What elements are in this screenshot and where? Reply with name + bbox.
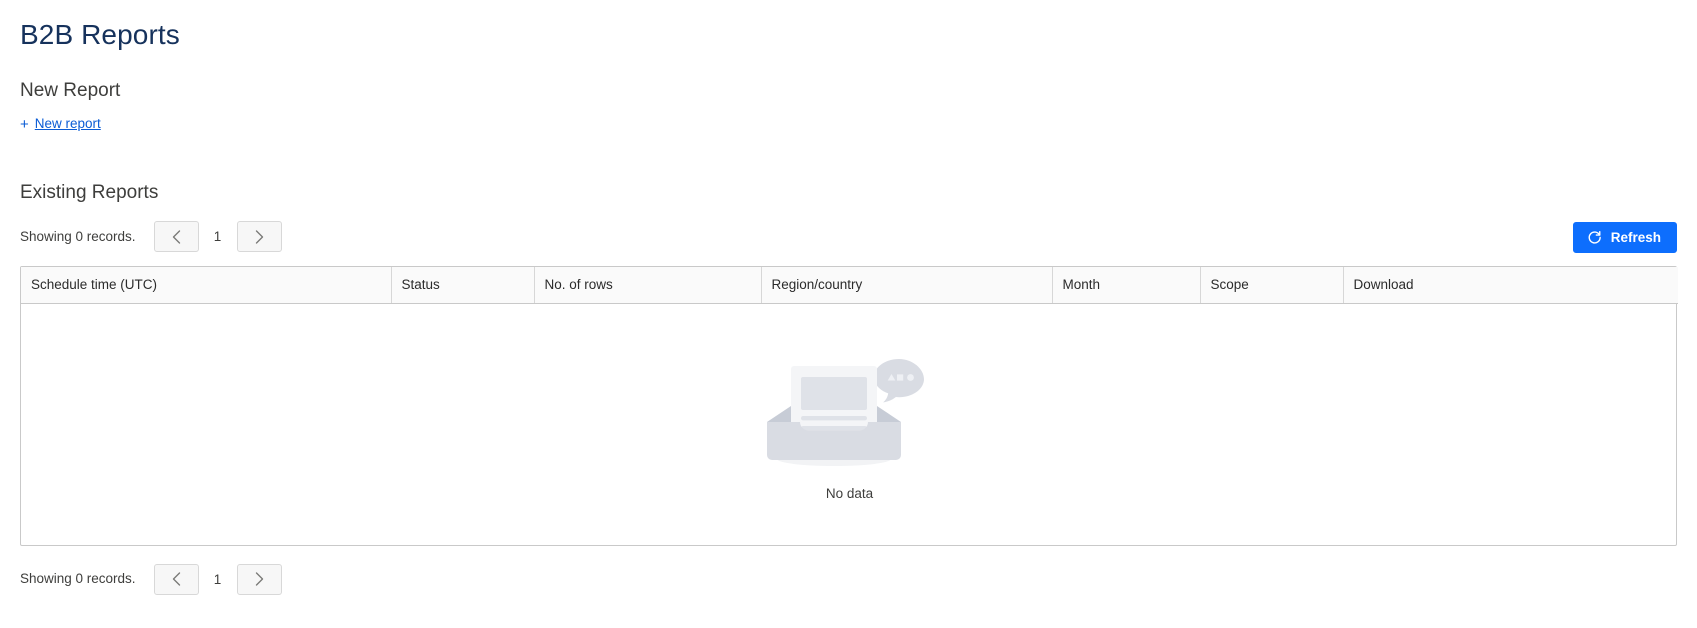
new-report-link-label: New report <box>34 116 101 131</box>
column-header-month[interactable]: Month <box>1052 266 1201 304</box>
refresh-button[interactable]: Refresh <box>1572 221 1677 253</box>
b2b-reports-page: B2B Reports New Report + New report Exis… <box>0 0 1697 628</box>
refresh-icon <box>1587 230 1602 245</box>
top-page-number: 1 <box>213 229 222 244</box>
reports-table: Schedule time (UTC) Status No. of rows R… <box>21 266 1678 546</box>
top-records-count: Showing 0 records. <box>20 228 136 244</box>
bottom-records-count: Showing 0 records. <box>20 571 136 586</box>
top-pagination: 1 <box>153 221 282 252</box>
new-report-heading: New Report <box>20 80 121 101</box>
table-body: No data <box>21 303 1678 545</box>
refresh-button-label: Refresh <box>1610 229 1661 245</box>
bottom-pagination: 1 <box>153 563 282 595</box>
table-empty-row: No data <box>21 303 1678 545</box>
column-header-no-of-rows[interactable]: No. of rows <box>534 266 762 304</box>
bottom-next-page-button[interactable] <box>236 563 282 595</box>
chevron-left-icon <box>172 229 181 244</box>
chevron-right-icon <box>255 229 264 244</box>
existing-reports-heading: Existing Reports <box>20 181 159 203</box>
top-toolbar: Showing 0 records. 1 Refresh <box>20 221 1677 253</box>
table-header: Schedule time (UTC) Status No. of rows R… <box>21 266 1678 304</box>
column-header-region-country[interactable]: Region/country <box>761 266 1053 304</box>
chevron-right-icon <box>255 572 264 586</box>
top-next-page-button[interactable] <box>236 221 282 252</box>
new-report-link[interactable]: + New report <box>20 115 101 133</box>
reports-table-container: Schedule time (UTC) Status No. of rows R… <box>20 265 1678 546</box>
column-header-scope[interactable]: Scope <box>1200 266 1344 304</box>
empty-state-text: No data <box>825 485 874 501</box>
column-header-schedule-time[interactable]: Schedule time (UTC) <box>21 266 392 304</box>
bottom-toolbar: Showing 0 records. 1 <box>20 563 1677 595</box>
empty-inbox-illustration <box>758 346 942 479</box>
empty-state: No data <box>21 346 1678 503</box>
existing-reports-section: Existing Reports Showing 0 records. 1 Re… <box>20 181 1678 595</box>
bottom-page-number: 1 <box>213 571 222 587</box>
empty-state-cell: No data <box>21 303 1678 545</box>
table-header-row: Schedule time (UTC) Status No. of rows R… <box>21 266 1678 304</box>
column-header-status[interactable]: Status <box>391 266 535 304</box>
bottom-prev-page-button[interactable] <box>153 563 199 595</box>
chevron-left-icon <box>172 572 181 586</box>
column-header-download[interactable]: Download <box>1343 266 1678 304</box>
page-title: B2B Reports <box>20 19 180 50</box>
plus-icon: + <box>20 115 29 133</box>
new-report-section: New Report + New report <box>20 79 1677 134</box>
top-prev-page-button[interactable] <box>153 221 199 252</box>
